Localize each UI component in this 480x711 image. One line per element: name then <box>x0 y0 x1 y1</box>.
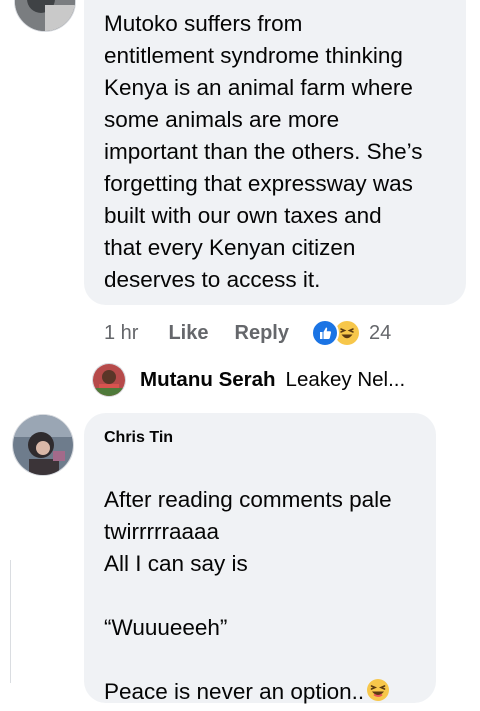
comment-actions: 1 hr Like Reply 24 <box>104 318 391 348</box>
avatar[interactable] <box>14 0 76 32</box>
reactions-summary[interactable]: 24 <box>310 319 392 347</box>
comment-timestamp[interactable]: 1 hr <box>104 322 138 345</box>
profile-photo <box>13 415 73 475</box>
reaction-count: 24 <box>368 321 392 344</box>
comment-body: After reading comments pale twirrrrraaaa… <box>104 487 392 704</box>
profile-photo <box>93 364 125 396</box>
comment-author-name[interactable]: Chris Tin <box>104 429 173 447</box>
reply-preview[interactable]: Mutanu Serah Leakey Nel... <box>92 362 405 398</box>
grinning-squinting-face-icon <box>366 678 390 702</box>
reply-author-name[interactable]: Mutanu Serah <box>140 368 276 392</box>
avatar[interactable] <box>12 414 74 476</box>
avatar <box>92 363 126 397</box>
like-button[interactable]: Like <box>168 322 208 345</box>
comment-text: Mutoko suffers from entitlement syndrome… <box>104 11 423 292</box>
like-icon <box>310 319 339 347</box>
reply-snippet: Leakey Nel... <box>285 368 406 391</box>
profile-photo <box>15 0 75 31</box>
comment-text: After reading comments pale twirrrrraaaa… <box>104 452 434 708</box>
reply-button[interactable]: Reply <box>235 322 289 345</box>
divider <box>10 560 11 683</box>
